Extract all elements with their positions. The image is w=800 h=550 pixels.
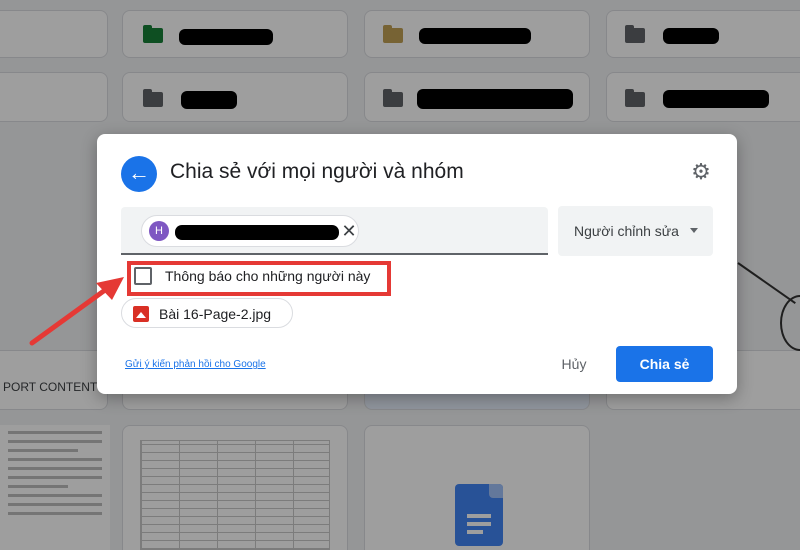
close-icon[interactable]: ✕ (340, 220, 358, 242)
avatar: H (149, 221, 169, 241)
notify-checkbox[interactable] (134, 267, 152, 285)
redacted-recipient-email (175, 225, 339, 240)
recipient-chip[interactable]: H ✕ (141, 215, 359, 247)
share-button[interactable]: Chia sẻ (616, 346, 713, 382)
chevron-down-icon (690, 228, 698, 233)
arrow-left-icon: ← (128, 160, 150, 185)
dialog-title: Chia sẻ với mọi người và nhóm (170, 160, 464, 183)
feedback-link[interactable]: Gửi ý kiến phản hồi cho Google (125, 359, 266, 370)
notify-label[interactable]: Thông báo cho những người này (165, 268, 370, 284)
attachment-chip[interactable]: Bài 16-Page-2.jpg (121, 298, 293, 328)
attachment-file-name: Bài 16-Page-2.jpg (159, 306, 272, 322)
gear-icon[interactable]: ⚙ (689, 160, 713, 184)
recipient-input[interactable]: H ✕ (121, 207, 548, 255)
cancel-button[interactable]: Hủy (547, 347, 601, 381)
image-file-icon (133, 306, 149, 322)
role-selected-label: Người chỉnh sửa (574, 223, 679, 239)
back-button[interactable]: ← (121, 156, 157, 192)
share-dialog: ← Chia sẻ với mọi người và nhóm ⚙ H ✕ Ng… (97, 134, 737, 394)
role-dropdown[interactable]: Người chỉnh sửa (558, 206, 713, 256)
